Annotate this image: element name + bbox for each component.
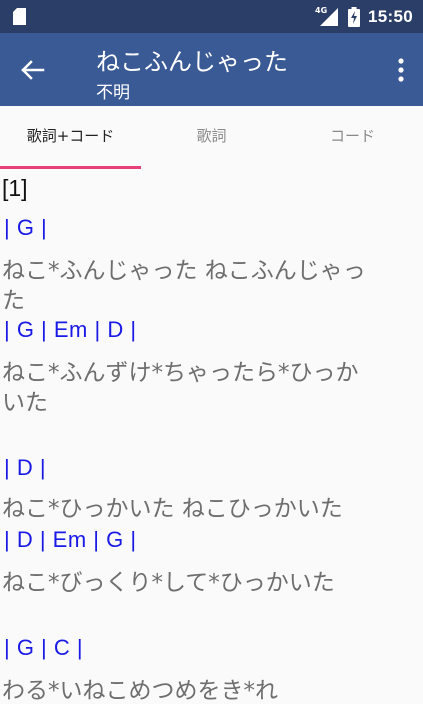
chord-line: | G | xyxy=(4,215,48,240)
chord-line: | G | Em | D | xyxy=(4,317,137,342)
network-type-label: 4G xyxy=(315,5,328,15)
lyric-line: いた xyxy=(2,390,48,416)
lyric-line: ねこ*ふんじゃった ねこふんじゃっ xyxy=(2,258,366,284)
tab-lyrics[interactable]: 歌詞 xyxy=(141,106,282,169)
battery-charging-icon xyxy=(348,6,361,27)
back-arrow-icon[interactable] xyxy=(18,56,46,84)
sd-card-icon xyxy=(13,8,26,25)
chord-line: | D | Em | G | xyxy=(4,527,137,552)
lyric-line: た xyxy=(2,288,25,314)
lyric-line: ねこ*ひっかいた ねこひっかいた xyxy=(2,496,343,522)
lyric-line: ねこ*びっくり*して*ひっかいた xyxy=(2,570,335,596)
view-tabs: 歌詞+コード 歌詞 コード xyxy=(0,106,423,169)
lyric-line: わる*いねこめつめをき*れ xyxy=(2,678,278,704)
song-artist: 不明 xyxy=(96,83,130,103)
tab-lyrics-chords[interactable]: 歌詞+コード xyxy=(0,106,141,169)
status-bar: 4G 15:50 xyxy=(0,0,423,33)
section-label: [1] xyxy=(2,175,28,201)
chord-line: | G | C | xyxy=(4,635,84,660)
tab-chords[interactable]: コード xyxy=(282,106,423,169)
lyric-line: ねこ*ふんずけ*ちゃったら*ひっか xyxy=(2,360,359,386)
app-bar: ねこふんじゃった 不明 xyxy=(0,33,423,106)
song-content: [1] | G | ねこ*ふんじゃった ねこふんじゃっ た | G | Em |… xyxy=(0,169,423,704)
status-clock: 15:50 xyxy=(368,6,413,26)
more-options-icon[interactable] xyxy=(395,55,407,85)
chord-line: | D | xyxy=(4,455,47,480)
song-title: ねこふんじゃった xyxy=(96,48,288,76)
signal-icon: 4G xyxy=(314,5,340,27)
